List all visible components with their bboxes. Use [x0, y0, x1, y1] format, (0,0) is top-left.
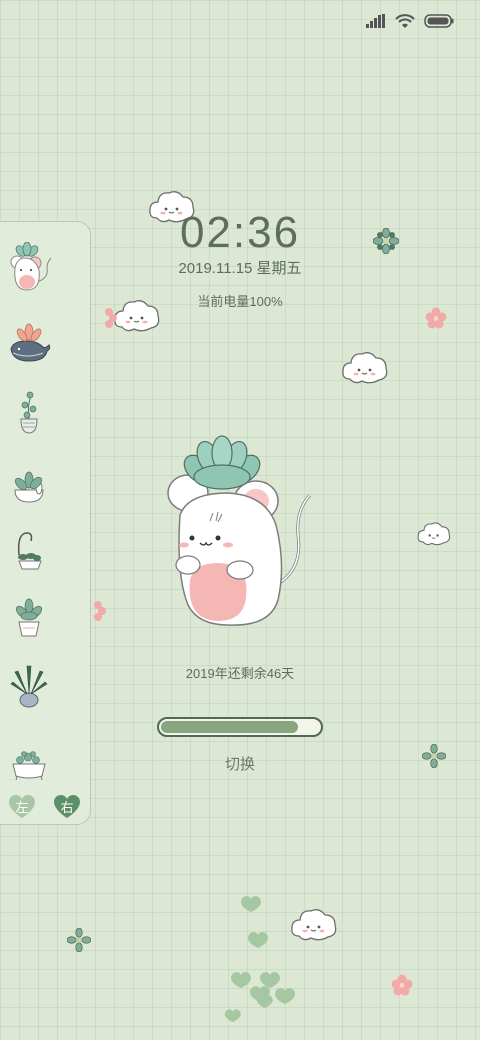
panel-item-hanging-plant[interactable] — [7, 387, 51, 437]
year-progress-fill — [161, 721, 299, 733]
pink-flower-icon — [94, 601, 106, 621]
right-button-label: 右 — [60, 800, 74, 815]
pink-flower-icon — [425, 307, 447, 329]
year-progress-bar — [157, 717, 323, 737]
mouse-succulent-icon — [10, 241, 52, 291]
left-button-label: 左 — [15, 800, 29, 815]
succulent-flower-icon — [67, 928, 91, 952]
whale-planter-icon — [10, 323, 51, 362]
mouse-mascot-illustration — [167, 435, 312, 626]
status-bar — [366, 10, 454, 32]
panel-item-tub[interactable] — [7, 742, 51, 792]
bunny-planter-icon — [14, 471, 44, 503]
signal-icon — [366, 14, 385, 28]
hanging-plant-icon — [20, 391, 38, 434]
battery-icon — [424, 14, 454, 28]
pink-flower-icon — [105, 308, 117, 328]
panel-item-hook-plant[interactable] — [7, 525, 51, 575]
panel-item-mouse[interactable] — [7, 241, 52, 292]
cloud-icon — [342, 352, 388, 384]
theme-side-panel: 左 右 — [0, 221, 91, 825]
panel-item-aloe[interactable] — [7, 660, 51, 710]
cloud-icon — [417, 522, 451, 546]
aloe-pot-icon — [10, 665, 48, 708]
hook-plant-icon — [17, 532, 42, 570]
pink-flower-icon — [391, 974, 413, 996]
panel-item-whale[interactable] — [7, 319, 51, 369]
right-button[interactable]: 右 — [53, 794, 81, 820]
potted-succulent-icon — [15, 598, 43, 637]
panel-item-bunny[interactable] — [7, 462, 51, 512]
floating-hearts-decoration — [224, 896, 295, 1022]
left-button[interactable]: 左 — [8, 794, 36, 820]
panel-item-potted-succulent[interactable] — [7, 594, 51, 644]
wifi-icon — [395, 13, 415, 28]
tub-planter-icon — [12, 751, 46, 781]
